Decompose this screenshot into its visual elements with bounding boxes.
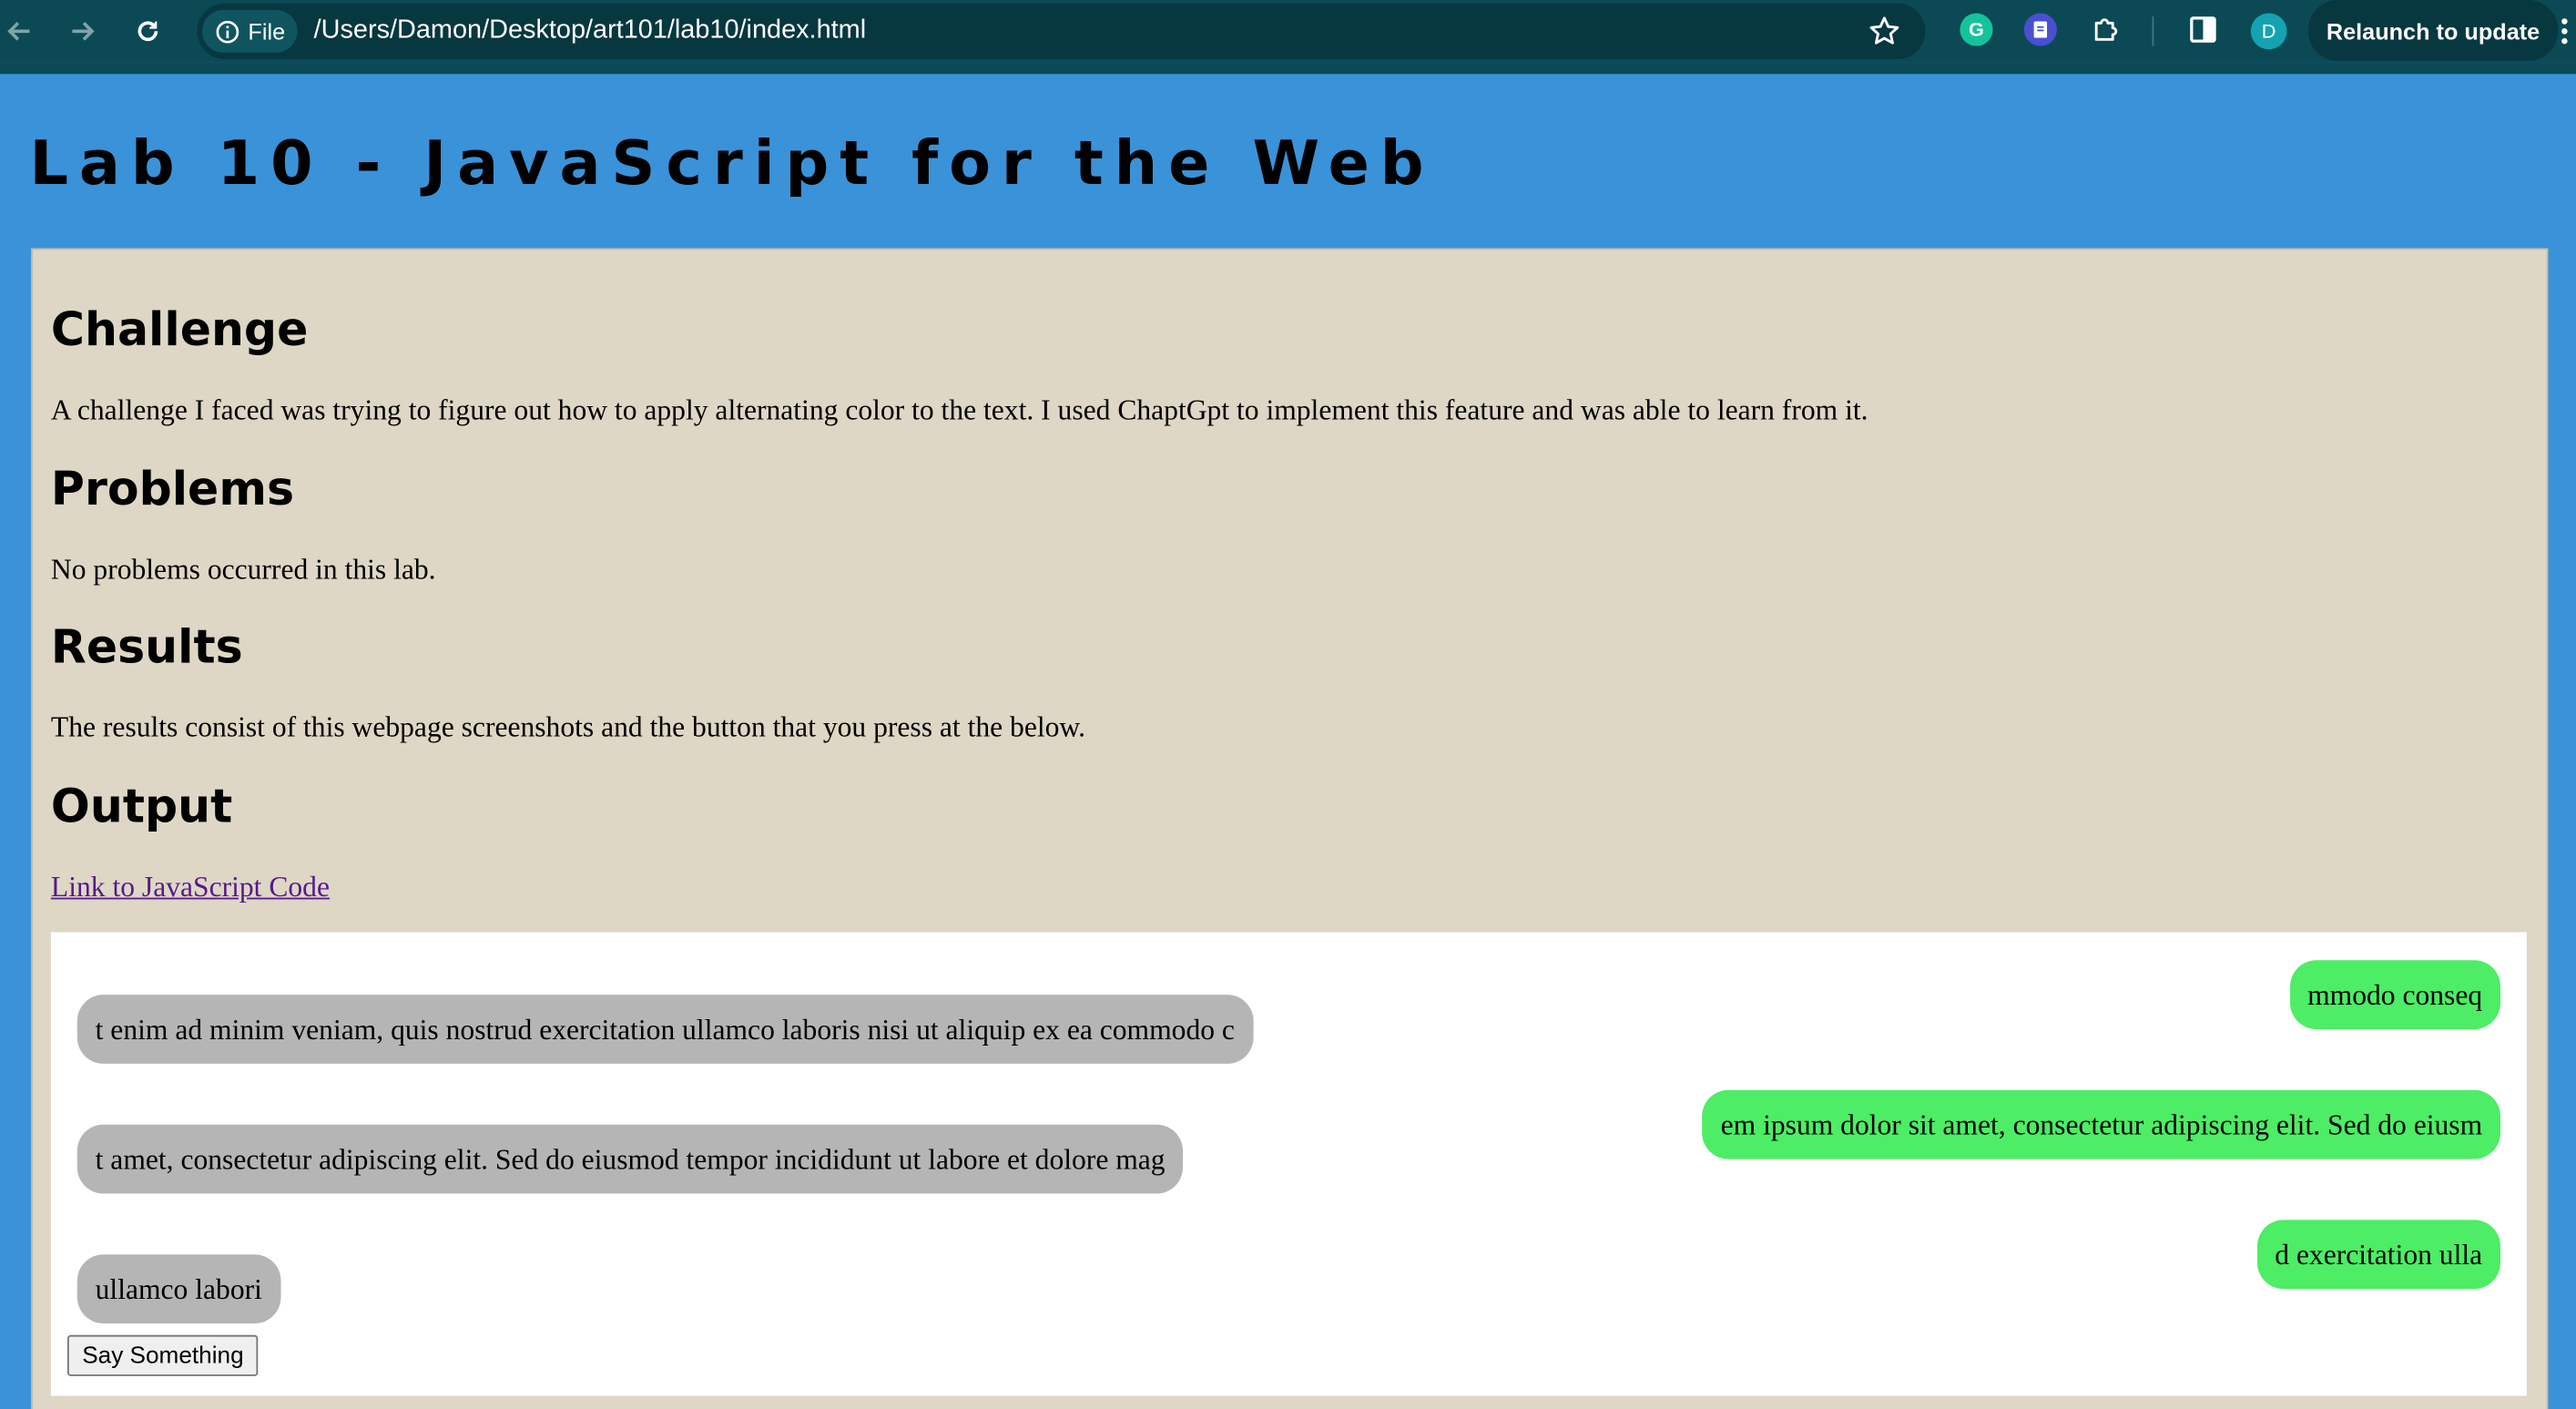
extensions-puzzle-icon[interactable] xyxy=(2090,13,2123,46)
chat-bubble-left: ullamco labori xyxy=(76,1254,280,1324)
toolbar-bottom-strip xyxy=(0,62,2576,75)
star-icon[interactable] xyxy=(1868,15,1900,56)
address-bar[interactable]: File /Users/Damon/Desktop/art101/lab10/i… xyxy=(197,3,1926,59)
page-title: Lab 10 - JavaScript for the Web xyxy=(29,128,1435,199)
kebab-menu-icon[interactable] xyxy=(2560,16,2570,55)
site-info-chip[interactable]: File xyxy=(201,9,298,53)
docs-extension-icon[interactable] xyxy=(2023,13,2057,46)
grammarly-icon[interactable]: G xyxy=(1960,13,1993,46)
problems-heading: Problems xyxy=(50,462,295,516)
javascript-code-link[interactable]: Link to JavaScript Code xyxy=(51,870,330,904)
reload-icon[interactable] xyxy=(131,15,164,47)
profile-avatar[interactable]: D xyxy=(2250,13,2287,50)
relaunch-button[interactable]: Relaunch to update xyxy=(2307,0,2559,61)
toolbar-divider xyxy=(2152,16,2154,46)
chat-bubble-right: em ipsum dolor sit amet, consectetur adi… xyxy=(1702,1089,2501,1159)
chat-output: mmodo conseq t enim ad minim veniam, qui… xyxy=(50,932,2527,1396)
chat-bubble-left: t amet, consectetur adipiscing elit. Sed… xyxy=(76,1124,1184,1194)
challenge-text: A challenge I faced was trying to figure… xyxy=(50,393,1868,426)
browser-toolbar: File /Users/Damon/Desktop/art101/lab10/i… xyxy=(0,0,2576,63)
say-something-button[interactable]: Say Something xyxy=(66,1334,259,1376)
forward-icon[interactable] xyxy=(66,15,98,47)
challenge-heading: Challenge xyxy=(50,302,309,357)
content-panel: Challenge A challenge I faced was trying… xyxy=(31,248,2549,1409)
info-icon xyxy=(216,19,239,43)
side-panel-icon[interactable] xyxy=(2186,13,2219,46)
chat-bubble-left: t enim ad minim veniam, quis nostrud exe… xyxy=(76,995,1253,1064)
chat-bubble-right: mmodo conseq xyxy=(2289,960,2501,1030)
screen: File /Users/Damon/Desktop/art101/lab10/i… xyxy=(0,0,2576,1409)
results-heading: Results xyxy=(50,619,243,675)
chat-bubble-right: d exercitation ulla xyxy=(2256,1220,2501,1290)
output-heading: Output xyxy=(50,779,233,834)
url-scheme-label: File xyxy=(248,17,286,45)
back-icon[interactable] xyxy=(4,15,36,47)
problems-text: No problems occurred in this lab. xyxy=(50,552,436,586)
url-text[interactable]: /Users/Damon/Desktop/art101/lab10/index.… xyxy=(314,16,867,46)
results-text: The results consist of this webpage scre… xyxy=(50,710,1086,743)
